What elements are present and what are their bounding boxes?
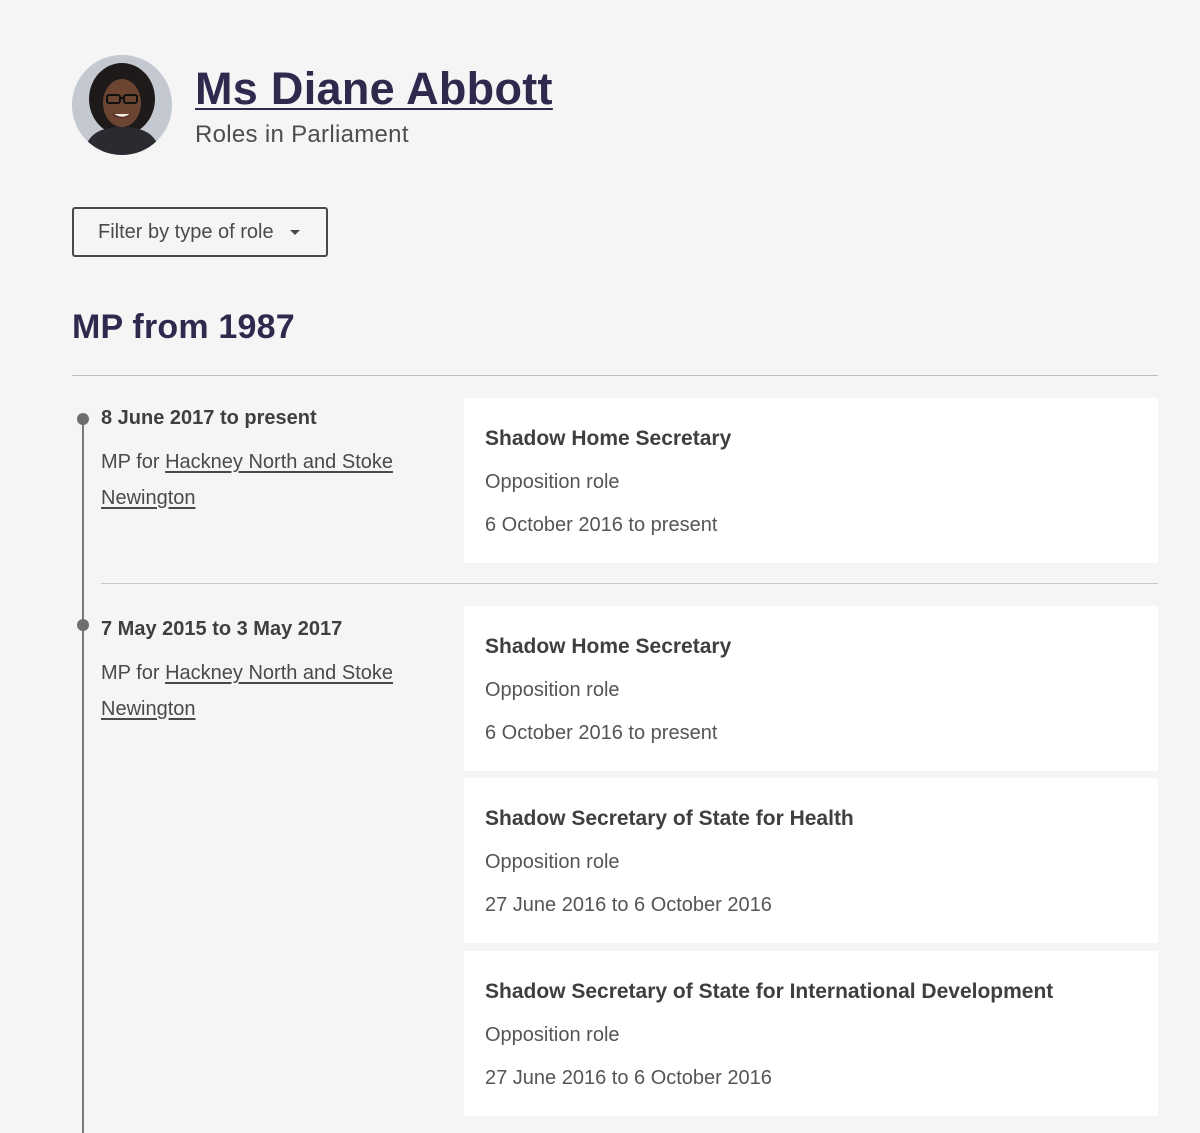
page-subtitle: Roles in Parliament <box>195 121 409 148</box>
role-title: Shadow Home Secretary <box>485 427 732 450</box>
chevron-down-icon <box>289 229 300 235</box>
role-dates: 6 October 2016 to present <box>485 722 718 744</box>
role-dates: 6 October 2016 to present <box>485 514 718 536</box>
role-type: Opposition role <box>485 679 620 701</box>
role-type: Opposition role <box>485 1024 620 1046</box>
section-title: MP from 1987 <box>72 308 295 346</box>
filter-label: Filter by type of role <box>98 220 274 243</box>
period-seat: MP for Hackney North and Stoke Newington <box>101 444 441 516</box>
roles-page: Ms Diane Abbott Roles in Parliament Filt… <box>0 0 1200 1133</box>
role-card[interactable]: Shadow Secretary of State for Internatio… <box>464 951 1158 1116</box>
avatar <box>72 55 172 155</box>
section-divider <box>72 375 1158 376</box>
role-card[interactable]: Shadow Home Secretary Opposition role 6 … <box>464 398 1158 563</box>
member-header: Ms Diane Abbott Roles in Parliament <box>72 55 553 155</box>
timeline-dot <box>77 413 89 425</box>
period-dates: 8 June 2017 to present <box>101 407 317 429</box>
member-name-link[interactable]: Ms Diane Abbott <box>195 63 553 115</box>
role-dates: 27 June 2016 to 6 October 2016 <box>485 1067 772 1089</box>
period-seat: MP for Hackney North and Stoke Newington <box>101 655 441 727</box>
role-title: Shadow Home Secretary <box>485 635 732 658</box>
period-divider <box>101 583 1158 584</box>
role-card[interactable]: Shadow Home Secretary Opposition role 6 … <box>464 606 1158 771</box>
timeline-dot <box>77 619 89 631</box>
role-dates: 27 June 2016 to 6 October 2016 <box>485 894 772 916</box>
seat-prefix: MP for <box>101 451 166 473</box>
period-item: 8 June 2017 to present MP for Hackney No… <box>101 406 441 516</box>
period-item: 7 May 2015 to 3 May 2017 MP for Hackney … <box>101 617 441 727</box>
seat-prefix: MP for <box>101 662 166 684</box>
filter-role-type-dropdown[interactable]: Filter by type of role <box>72 207 328 257</box>
period-dates: 7 May 2015 to 3 May 2017 <box>101 618 343 640</box>
role-type: Opposition role <box>485 851 620 873</box>
header-text: Ms Diane Abbott Roles in Parliament <box>195 63 553 149</box>
timeline-line <box>82 418 84 1133</box>
portrait-image <box>72 55 172 155</box>
role-type: Opposition role <box>485 471 620 493</box>
role-title: Shadow Secretary of State for Internatio… <box>485 980 1054 1003</box>
role-card[interactable]: Shadow Secretary of State for Health Opp… <box>464 778 1158 943</box>
role-title: Shadow Secretary of State for Health <box>485 807 854 830</box>
